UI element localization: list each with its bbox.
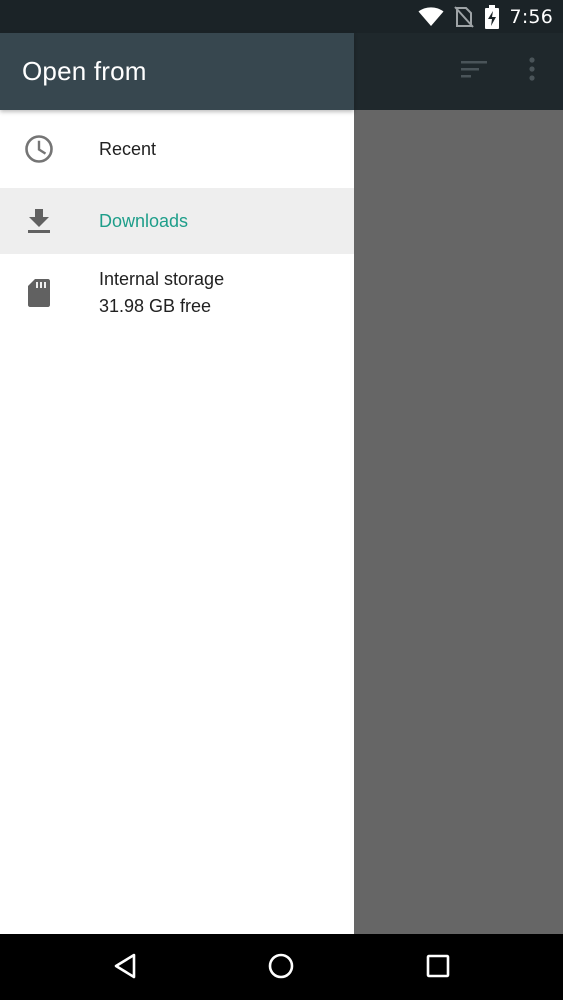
screen: 7:56 Open from Recent Downloads Internal… <box>0 0 563 1000</box>
sd-card-icon <box>24 278 54 308</box>
sort-icon <box>460 59 488 83</box>
scrim-overlay[interactable] <box>354 110 563 934</box>
sort-button[interactable] <box>454 55 494 87</box>
drawer-header: Open from <box>0 33 354 110</box>
overflow-menu-icon <box>528 57 536 85</box>
root-item-internal-storage[interactable]: Internal storage 31.98 GB free <box>0 254 354 332</box>
overflow-menu-button[interactable] <box>518 55 546 87</box>
download-icon <box>24 206 54 236</box>
no-sim-icon <box>453 5 474 28</box>
root-item-downloads[interactable]: Downloads <box>0 188 354 254</box>
home-icon <box>268 953 294 983</box>
drawer-title: Open from <box>22 56 147 86</box>
roots-list: Recent Downloads Internal storage 31.98 … <box>0 110 354 332</box>
back-button[interactable] <box>105 948 145 988</box>
root-label-downloads: Downloads <box>99 210 189 231</box>
recents-icon <box>426 954 450 982</box>
system-nav-bar <box>0 934 563 1000</box>
recents-button[interactable] <box>418 948 458 988</box>
status-time: 7:56 <box>509 5 553 28</box>
root-label-internal-storage: Internal storage <box>99 269 225 289</box>
root-subtitle-free-space: 31.98 GB free <box>99 296 212 316</box>
wifi-icon <box>418 6 444 27</box>
battery-charging-icon <box>484 4 500 29</box>
navigation-drawer: Open from Recent Downloads Internal stor… <box>0 33 354 934</box>
status-icons: 7:56 <box>408 0 553 33</box>
home-button[interactable] <box>261 948 301 988</box>
root-label-recent: Recent <box>99 138 157 159</box>
root-item-recent[interactable]: Recent <box>0 110 354 188</box>
back-icon <box>113 953 137 983</box>
app-bar <box>354 33 563 110</box>
status-bar: 7:56 <box>0 0 563 33</box>
clock-icon <box>24 134 54 164</box>
root-text-internal-storage: Internal storage 31.98 GB free <box>99 266 224 320</box>
